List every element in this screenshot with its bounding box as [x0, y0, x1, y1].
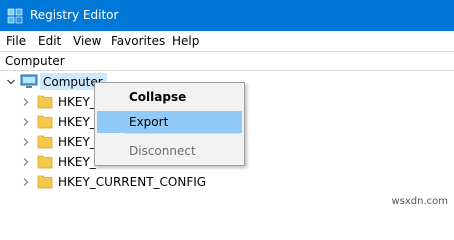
- context-menu-disconnect: Disconnect: [97, 140, 242, 162]
- folder-icon: [37, 175, 53, 189]
- watermark: wsxdn.com: [391, 196, 448, 207]
- window-title: Registry Editor: [30, 8, 119, 22]
- title-bar[interactable]: Registry Editor: [0, 0, 454, 31]
- menu-help[interactable]: Help: [172, 34, 199, 48]
- computer-icon: [20, 74, 38, 88]
- menu-view[interactable]: View: [73, 34, 101, 48]
- chevron-down-icon[interactable]: [6, 77, 16, 87]
- address-path[interactable]: Computer: [5, 54, 65, 68]
- context-menu-disconnect-label: Disconnect: [129, 144, 196, 158]
- context-menu-export-label: Export: [129, 115, 169, 129]
- folder-icon: [37, 95, 53, 109]
- chevron-right-icon[interactable]: [21, 157, 31, 167]
- tree-node-label: HKEY_CURRENT_CONFIG: [58, 175, 207, 189]
- address-bar[interactable]: Computer: [0, 51, 454, 71]
- registry-editor-icon: [7, 8, 23, 24]
- tree-node-hkey-current-config[interactable]: HKEY_CURRENT_CONFIG: [0, 172, 454, 192]
- folder-icon: [37, 115, 53, 129]
- folder-icon: [37, 155, 53, 169]
- context-menu-separator: [125, 133, 240, 134]
- context-menu-export[interactable]: Export: [97, 111, 242, 133]
- chevron-right-icon[interactable]: [21, 117, 31, 127]
- menu-file[interactable]: File: [6, 34, 26, 48]
- chevron-right-icon[interactable]: [21, 177, 31, 187]
- menu-bar: File Edit View Favorites Help: [0, 31, 454, 51]
- context-menu-collapse-label: Collapse: [129, 90, 187, 104]
- context-menu: Collapse Export Disconnect: [94, 82, 245, 166]
- folder-icon: [37, 135, 53, 149]
- chevron-right-icon[interactable]: [21, 97, 31, 107]
- menu-favorites[interactable]: Favorites: [111, 34, 165, 48]
- menu-edit[interactable]: Edit: [38, 34, 61, 48]
- context-menu-collapse[interactable]: Collapse: [97, 86, 242, 108]
- chevron-right-icon[interactable]: [21, 137, 31, 147]
